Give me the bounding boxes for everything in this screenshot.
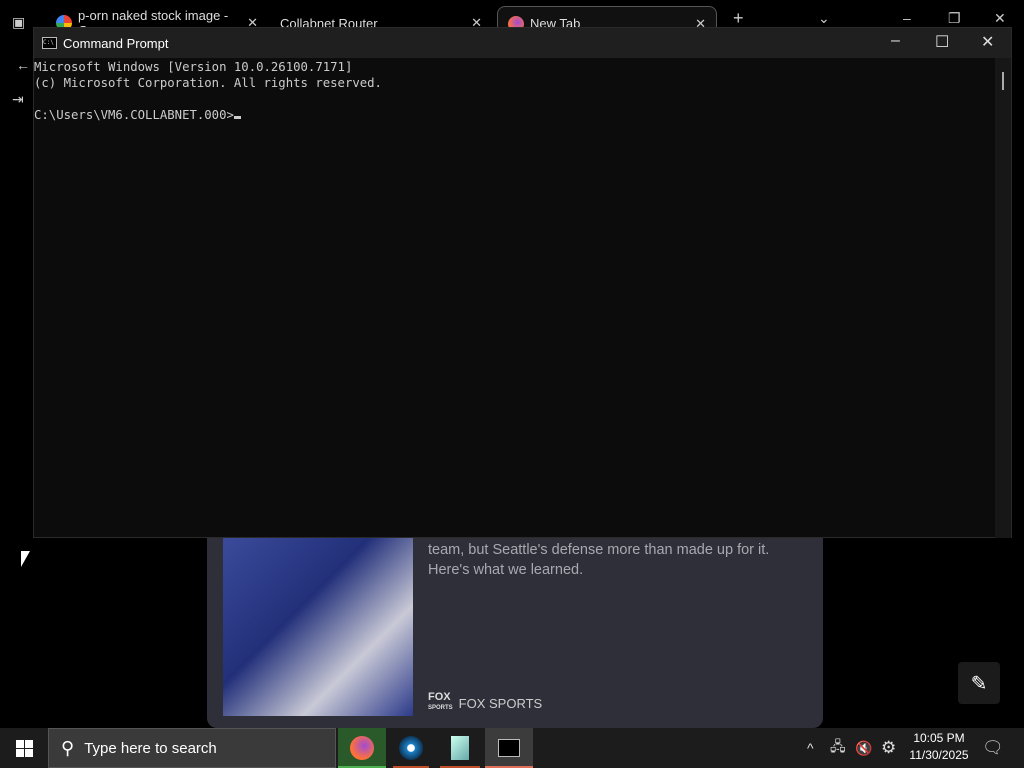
console-line: ​: [34, 91, 996, 107]
tab-list-button[interactable]: ⌄: [818, 10, 830, 27]
cmd-title-bar[interactable]: C:\ Command Prompt – ☐ ✕: [34, 28, 1011, 58]
search-placeholder: Type here to search: [84, 739, 217, 757]
source-name: FOX SPORTS: [458, 695, 543, 711]
clock-date: 11/30/2025: [909, 748, 969, 762]
close-icon[interactable]: ✕: [981, 32, 994, 52]
console-scrollbar[interactable]: [995, 58, 1011, 538]
edit-pencil-button[interactable]: ✎: [958, 662, 1000, 704]
browser-close-icon[interactable]: ✕: [994, 10, 1006, 27]
browser-minimize-icon[interactable]: –: [903, 10, 911, 26]
mouse-cursor: [21, 551, 30, 567]
console-prompt-line: C:\Users\VM6.COLLABNET.000>: [34, 107, 996, 123]
console-output[interactable]: Microsoft Windows [Version 10.0.26100.71…: [34, 58, 996, 538]
tab-overview-icon[interactable]: ▣: [12, 14, 25, 31]
pencil-icon: ✎: [970, 672, 988, 695]
minimize-icon[interactable]: –: [891, 32, 900, 50]
windows-icon: [15, 739, 33, 757]
settings-gear-icon[interactable]: ⚙: [881, 728, 896, 768]
maximize-icon[interactable]: ☐: [935, 32, 949, 52]
scrollbar-thumb[interactable]: [1002, 72, 1004, 90]
back-icon[interactable]: ←: [16, 57, 30, 73]
new-tab-button[interactable]: +: [733, 8, 744, 29]
notepad-icon: [451, 736, 469, 760]
browser-restore-icon[interactable]: ❐: [948, 10, 961, 27]
taskbar: ⚲ Type here to search ^ 🖧 🔇 ⚙ 10:05 PM 1…: [0, 728, 1024, 768]
network-icon[interactable]: 🖧: [830, 728, 846, 768]
taskbar-clock[interactable]: 10:05 PM 11/30/2025: [905, 730, 973, 764]
news-source: FOX SPORTS FOX SPORTS: [428, 691, 543, 713]
console-line: (c) Microsoft Corporation. All rights re…: [34, 76, 382, 90]
search-icon: ⚲: [61, 737, 75, 758]
taskbar-command-prompt[interactable]: [485, 728, 533, 768]
text-cursor: [233, 116, 241, 119]
console-prompt: C:\Users\VM6.COLLABNET.000>: [34, 108, 234, 122]
notifications-icon[interactable]: 🗨: [982, 728, 1004, 768]
cmd-title: Command Prompt: [63, 35, 169, 51]
taskbar-search-box[interactable]: ⚲ Type here to search: [48, 728, 336, 768]
sign-in-icon[interactable]: ⇥: [12, 91, 24, 108]
taskbar-notepad[interactable]: [436, 728, 484, 768]
news-card[interactable]: team, but Seattle's defense more than ma…: [207, 538, 823, 728]
taskbar-firefox[interactable]: [338, 728, 386, 768]
cmd-icon: [498, 739, 520, 757]
cmd-icon: C:\: [42, 37, 57, 49]
show-hidden-icons[interactable]: ^: [807, 728, 814, 768]
news-image: [223, 538, 413, 716]
firefox-icon: [350, 736, 374, 760]
news-summary: team, but Seattle's defense more than ma…: [428, 542, 770, 578]
fox-sports-logo: FOX SPORTS: [428, 691, 453, 712]
volume-muted-icon[interactable]: 🔇: [855, 728, 872, 768]
steam-icon: [399, 736, 423, 760]
taskbar-steam[interactable]: [387, 728, 435, 768]
clock-time: 10:05 PM: [913, 731, 965, 745]
console-line: Microsoft Windows [Version 10.0.26100.71…: [34, 60, 353, 74]
start-button[interactable]: [0, 728, 48, 768]
command-prompt-window: C:\ Command Prompt – ☐ ✕ Microsoft Windo…: [33, 27, 1012, 538]
